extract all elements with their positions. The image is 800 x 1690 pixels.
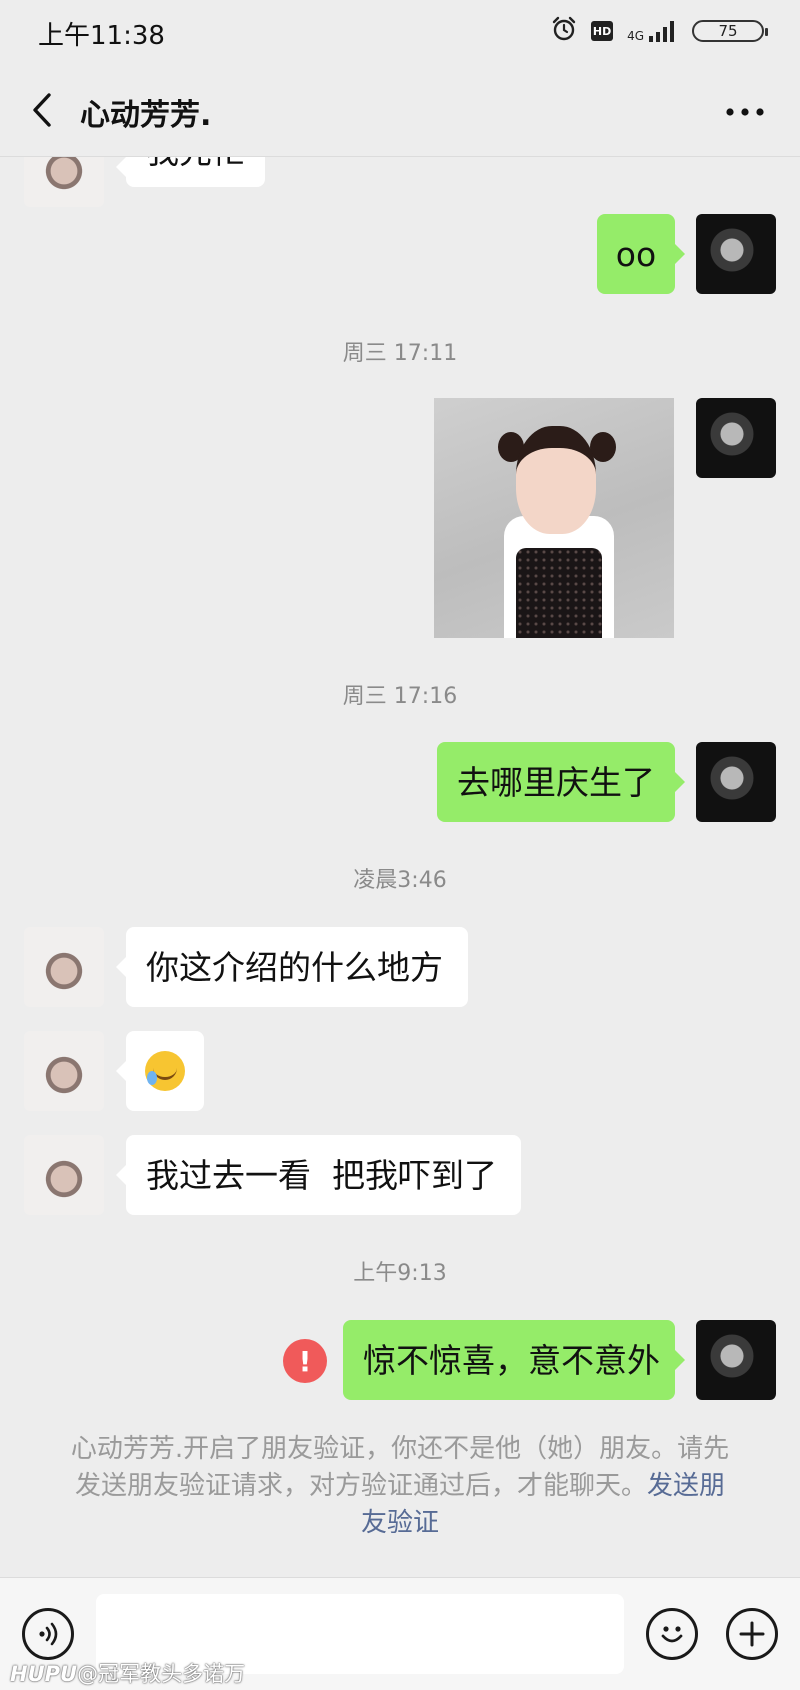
incoming-message[interactable]: 我先忙 — [116, 157, 265, 187]
message-timestamp: 周三 17:16 — [342, 684, 458, 709]
self-avatar[interactable] — [696, 398, 776, 478]
message-text: 去哪里庆生了 — [457, 762, 655, 802]
message-timestamp: 周三 17:11 — [342, 341, 458, 366]
status-time: 上午11:38 — [38, 21, 165, 51]
chat-title: 心动芳芳. — [80, 98, 212, 133]
friend-verification-notice: 心动芳芳.开启了朋友验证，你还不是他（她）朋友。请先发送朋友验证请求，对方验证通… — [66, 1431, 734, 1542]
self-avatar[interactable] — [696, 1320, 776, 1400]
notice-text: 心动芳芳.开启了朋友验证，你还不是他（她）朋友。请先发送朋友验证请求，对方验证通… — [70, 1434, 730, 1501]
battery-icon: 75 — [692, 20, 768, 42]
outgoing-message[interactable]: 去哪里庆生了 — [437, 742, 685, 822]
plus-icon — [739, 1621, 765, 1647]
photo-detail — [516, 548, 602, 638]
alarm-icon — [551, 16, 577, 46]
friend-avatar[interactable] — [24, 1135, 104, 1215]
more-button[interactable] — [718, 92, 772, 132]
friend-avatar[interactable] — [24, 157, 104, 207]
network-label: 4G — [627, 29, 644, 43]
chevron-left-icon — [33, 93, 51, 127]
incoming-message[interactable]: 我过去一看 把我吓到了 — [116, 1135, 521, 1215]
voice-button[interactable] — [22, 1608, 74, 1660]
chat-header: 心动芳芳. — [0, 66, 800, 157]
message-text: oo — [615, 234, 657, 274]
message-timestamp: 上午9:13 — [353, 1261, 447, 1286]
watermark-handle: @冠军教头多诺万 — [77, 1662, 246, 1686]
send-failed-icon[interactable]: ! — [283, 1339, 327, 1383]
emoji-icon — [661, 1626, 683, 1643]
self-avatar[interactable] — [696, 742, 776, 822]
message-list[interactable]: 我先忙 oo 周三 17:11 周三 17:16 去哪里庆生了 凌晨3:46 你… — [0, 157, 800, 1577]
laughing-crying-emoji-icon — [145, 1051, 185, 1091]
outgoing-message[interactable]: oo — [597, 214, 685, 294]
emoji-button[interactable] — [646, 1608, 698, 1660]
signal-icon: 4G — [627, 20, 678, 42]
hd-badge: HD — [591, 21, 614, 41]
message-text: 你这介绍的什么地方 — [146, 947, 443, 987]
voice-icon — [39, 1622, 58, 1646]
message-text: 我过去一看 把我吓到了 — [146, 1155, 497, 1195]
incoming-message[interactable] — [116, 1031, 204, 1111]
message-text: 我先忙 — [146, 157, 245, 168]
friend-avatar[interactable] — [24, 1031, 104, 1111]
message-timestamp: 凌晨3:46 — [353, 868, 447, 893]
incoming-message[interactable]: 你这介绍的什么地方 — [116, 927, 468, 1007]
watermark-brand: HUPU — [10, 1662, 78, 1686]
self-avatar[interactable] — [696, 214, 776, 294]
status-icons: HD 4G 75 — [551, 16, 768, 46]
photo-detail — [516, 426, 596, 534]
more-dots-icon — [726, 108, 764, 116]
plus-button[interactable] — [726, 1608, 778, 1660]
watermark: HUPU@冠军教头多诺万 — [10, 1658, 245, 1688]
outgoing-message[interactable]: 惊不惊喜，意不意外 — [343, 1320, 685, 1400]
battery-level: 75 — [718, 22, 738, 40]
image-message[interactable] — [434, 398, 674, 638]
friend-avatar[interactable] — [24, 927, 104, 1007]
message-text: 惊不惊喜，意不意外 — [363, 1340, 660, 1380]
back-button[interactable] — [22, 88, 62, 132]
status-bar: 上午11:38 HD 4G 75 — [0, 0, 800, 66]
